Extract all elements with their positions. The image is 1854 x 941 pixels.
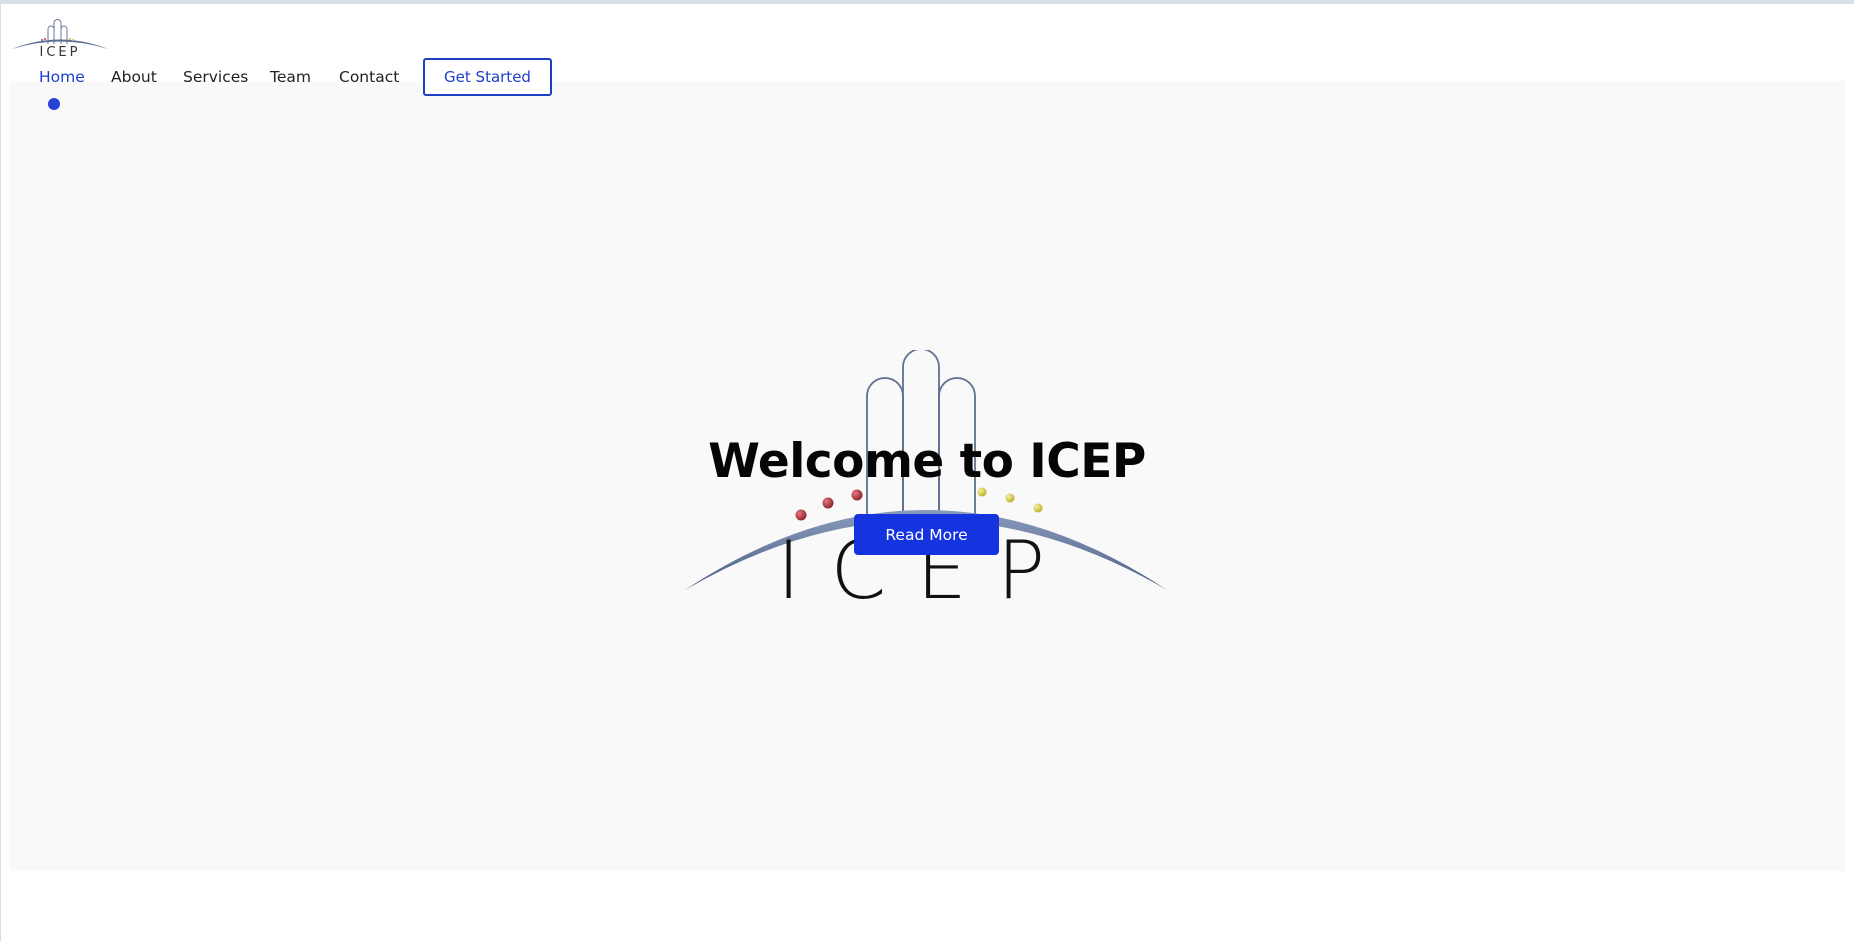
get-started-button[interactable]: Get Started: [423, 58, 552, 96]
nav-services[interactable]: Services: [183, 68, 248, 86]
header-logo-text: ICEP: [40, 45, 81, 56]
header-logo[interactable]: ICEP: [10, 10, 110, 56]
hero-title: Welcome to ICEP: [708, 434, 1146, 489]
read-more-button[interactable]: Read More: [854, 514, 999, 555]
nav-team[interactable]: Team: [270, 68, 311, 86]
window-left-edge: [0, 4, 1, 941]
window-top-strip: [0, 0, 1854, 4]
nav-about[interactable]: About: [111, 68, 157, 86]
nav-home[interactable]: Home: [39, 68, 85, 86]
nav-active-indicator: [48, 98, 60, 110]
nav-contact[interactable]: Contact: [339, 68, 399, 86]
